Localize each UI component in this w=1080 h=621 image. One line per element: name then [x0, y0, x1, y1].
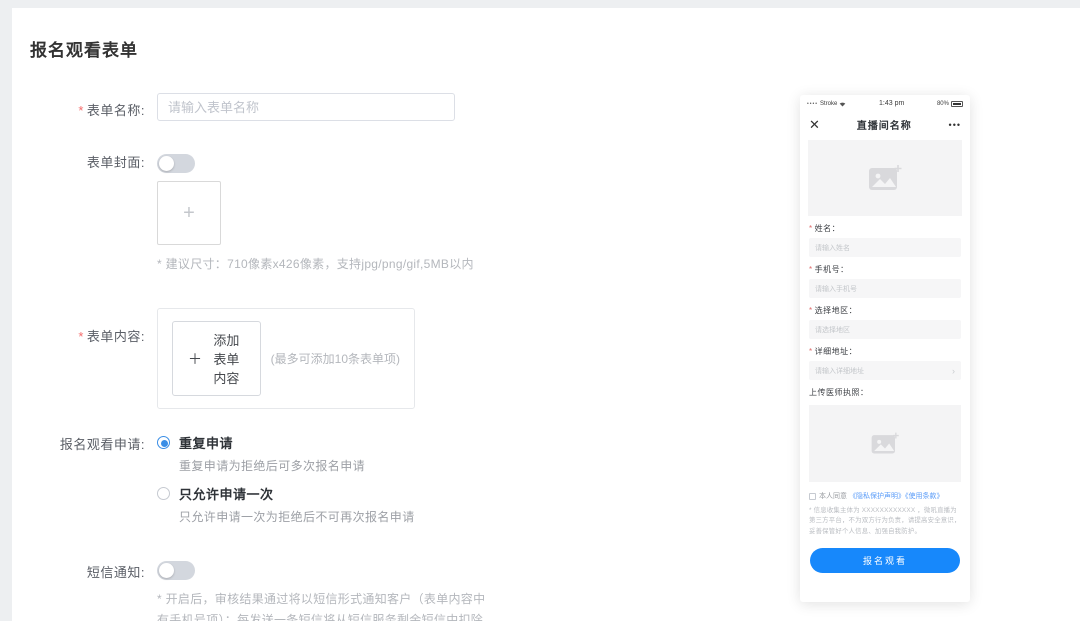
- register-watch-button[interactable]: 报名观看: [810, 548, 960, 573]
- required-asterisk: *: [809, 224, 813, 233]
- radio-label: 重复申请: [179, 433, 233, 452]
- mobile-preview: •••• Stroke 1:43 pm 80% ✕ 直播间名称 •••: [800, 95, 970, 602]
- status-time: 1:43 pm: [879, 100, 904, 107]
- phone-field-name: *姓名： 请输入姓名: [809, 216, 961, 257]
- form-content-label: *表单内容:: [12, 308, 157, 345]
- battery-icon: [951, 101, 963, 107]
- toggle-knob: [159, 563, 174, 578]
- screen: 报名观看表单 *表单名称: 表单封面: + * 建议尺寸：710像素x426像素…: [0, 0, 1080, 621]
- required-asterisk: *: [78, 103, 84, 118]
- plus-icon: +: [183, 202, 195, 225]
- required-asterisk: *: [809, 306, 813, 315]
- chevron-right-icon: ›: [952, 366, 955, 376]
- add-form-content-button[interactable]: ＋添加表单内容: [172, 321, 261, 396]
- carrier-label: Stroke: [820, 101, 837, 107]
- plus-icon: ＋: [188, 349, 202, 369]
- sms-notify-hint: * 开启后，审核结果通过将以短信形式通知客户（表单内容中有手机号项）；每发送一条…: [157, 589, 493, 621]
- phone-status-bar: •••• Stroke 1:43 pm 80%: [800, 95, 970, 112]
- agree-text: 本人同意: [819, 491, 847, 501]
- required-asterisk: *: [809, 347, 813, 356]
- image-placeholder-icon: [870, 431, 900, 456]
- required-asterisk: *: [809, 265, 813, 274]
- form-content-note: (最多可添加10条表单项): [271, 350, 400, 367]
- required-asterisk: *: [78, 329, 84, 344]
- phone-field-mobile: *手机号： 请输入手机号: [809, 257, 961, 298]
- disclaimer-text: * 信息收集主体为 XXXXXXXXXXXX ，微吼直播为第三方平台，不为双方行…: [809, 506, 961, 537]
- wifi-icon: [839, 101, 846, 107]
- more-icon[interactable]: •••: [949, 120, 961, 130]
- phone-region-select[interactable]: 请选择地区: [809, 320, 961, 339]
- phone-field-address: *详细地址： 请输入详细地址›: [809, 339, 961, 380]
- form-cover-toggle[interactable]: [157, 154, 195, 173]
- phone-name-input[interactable]: 请输入姓名: [809, 238, 961, 257]
- radio-selected-icon[interactable]: [157, 436, 170, 449]
- form-cover-label: 表单封面:: [12, 149, 157, 171]
- close-icon[interactable]: ✕: [809, 118, 820, 131]
- page-title: 报名观看表单: [12, 8, 1080, 61]
- form-content-box: ＋添加表单内容 (最多可添加10条表单项): [157, 308, 415, 409]
- agreement-row: 本人同意 《隐私保护声明》《使用条款》: [809, 491, 961, 501]
- signal-dots-icon: ••••: [807, 101, 818, 107]
- phone-address-input[interactable]: 请输入详细地址›: [809, 361, 961, 380]
- cover-upload-box[interactable]: +: [157, 181, 221, 245]
- upload-license-label: 上传医师执照：: [809, 380, 961, 402]
- cover-banner-placeholder: [808, 140, 962, 216]
- sms-notify-label: 短信通知:: [12, 559, 157, 581]
- phone-field-license: 上传医师执照：: [809, 380, 961, 402]
- apply-mode-label: 报名观看申请:: [12, 429, 157, 453]
- form-name-label: *表单名称:: [12, 93, 157, 119]
- phone-mobile-input[interactable]: 请输入手机号: [809, 279, 961, 298]
- agreement-links[interactable]: 《隐私保护声明》《使用条款》: [849, 491, 944, 501]
- radio-label: 只允许申请一次: [179, 484, 274, 503]
- phone-field-region: *选择地区： 请选择地区: [809, 298, 961, 339]
- battery-percent: 80%: [937, 101, 949, 107]
- phone-nav-bar: ✕ 直播间名称 •••: [800, 112, 970, 137]
- image-placeholder-icon: [867, 163, 903, 193]
- toggle-knob: [159, 156, 174, 171]
- live-room-title: 直播间名称: [820, 117, 949, 132]
- form-name-input[interactable]: [157, 93, 455, 121]
- agree-checkbox[interactable]: [809, 493, 816, 500]
- sms-notify-toggle[interactable]: [157, 561, 195, 580]
- radio-unselected-icon[interactable]: [157, 487, 170, 500]
- license-upload-box[interactable]: [809, 405, 961, 482]
